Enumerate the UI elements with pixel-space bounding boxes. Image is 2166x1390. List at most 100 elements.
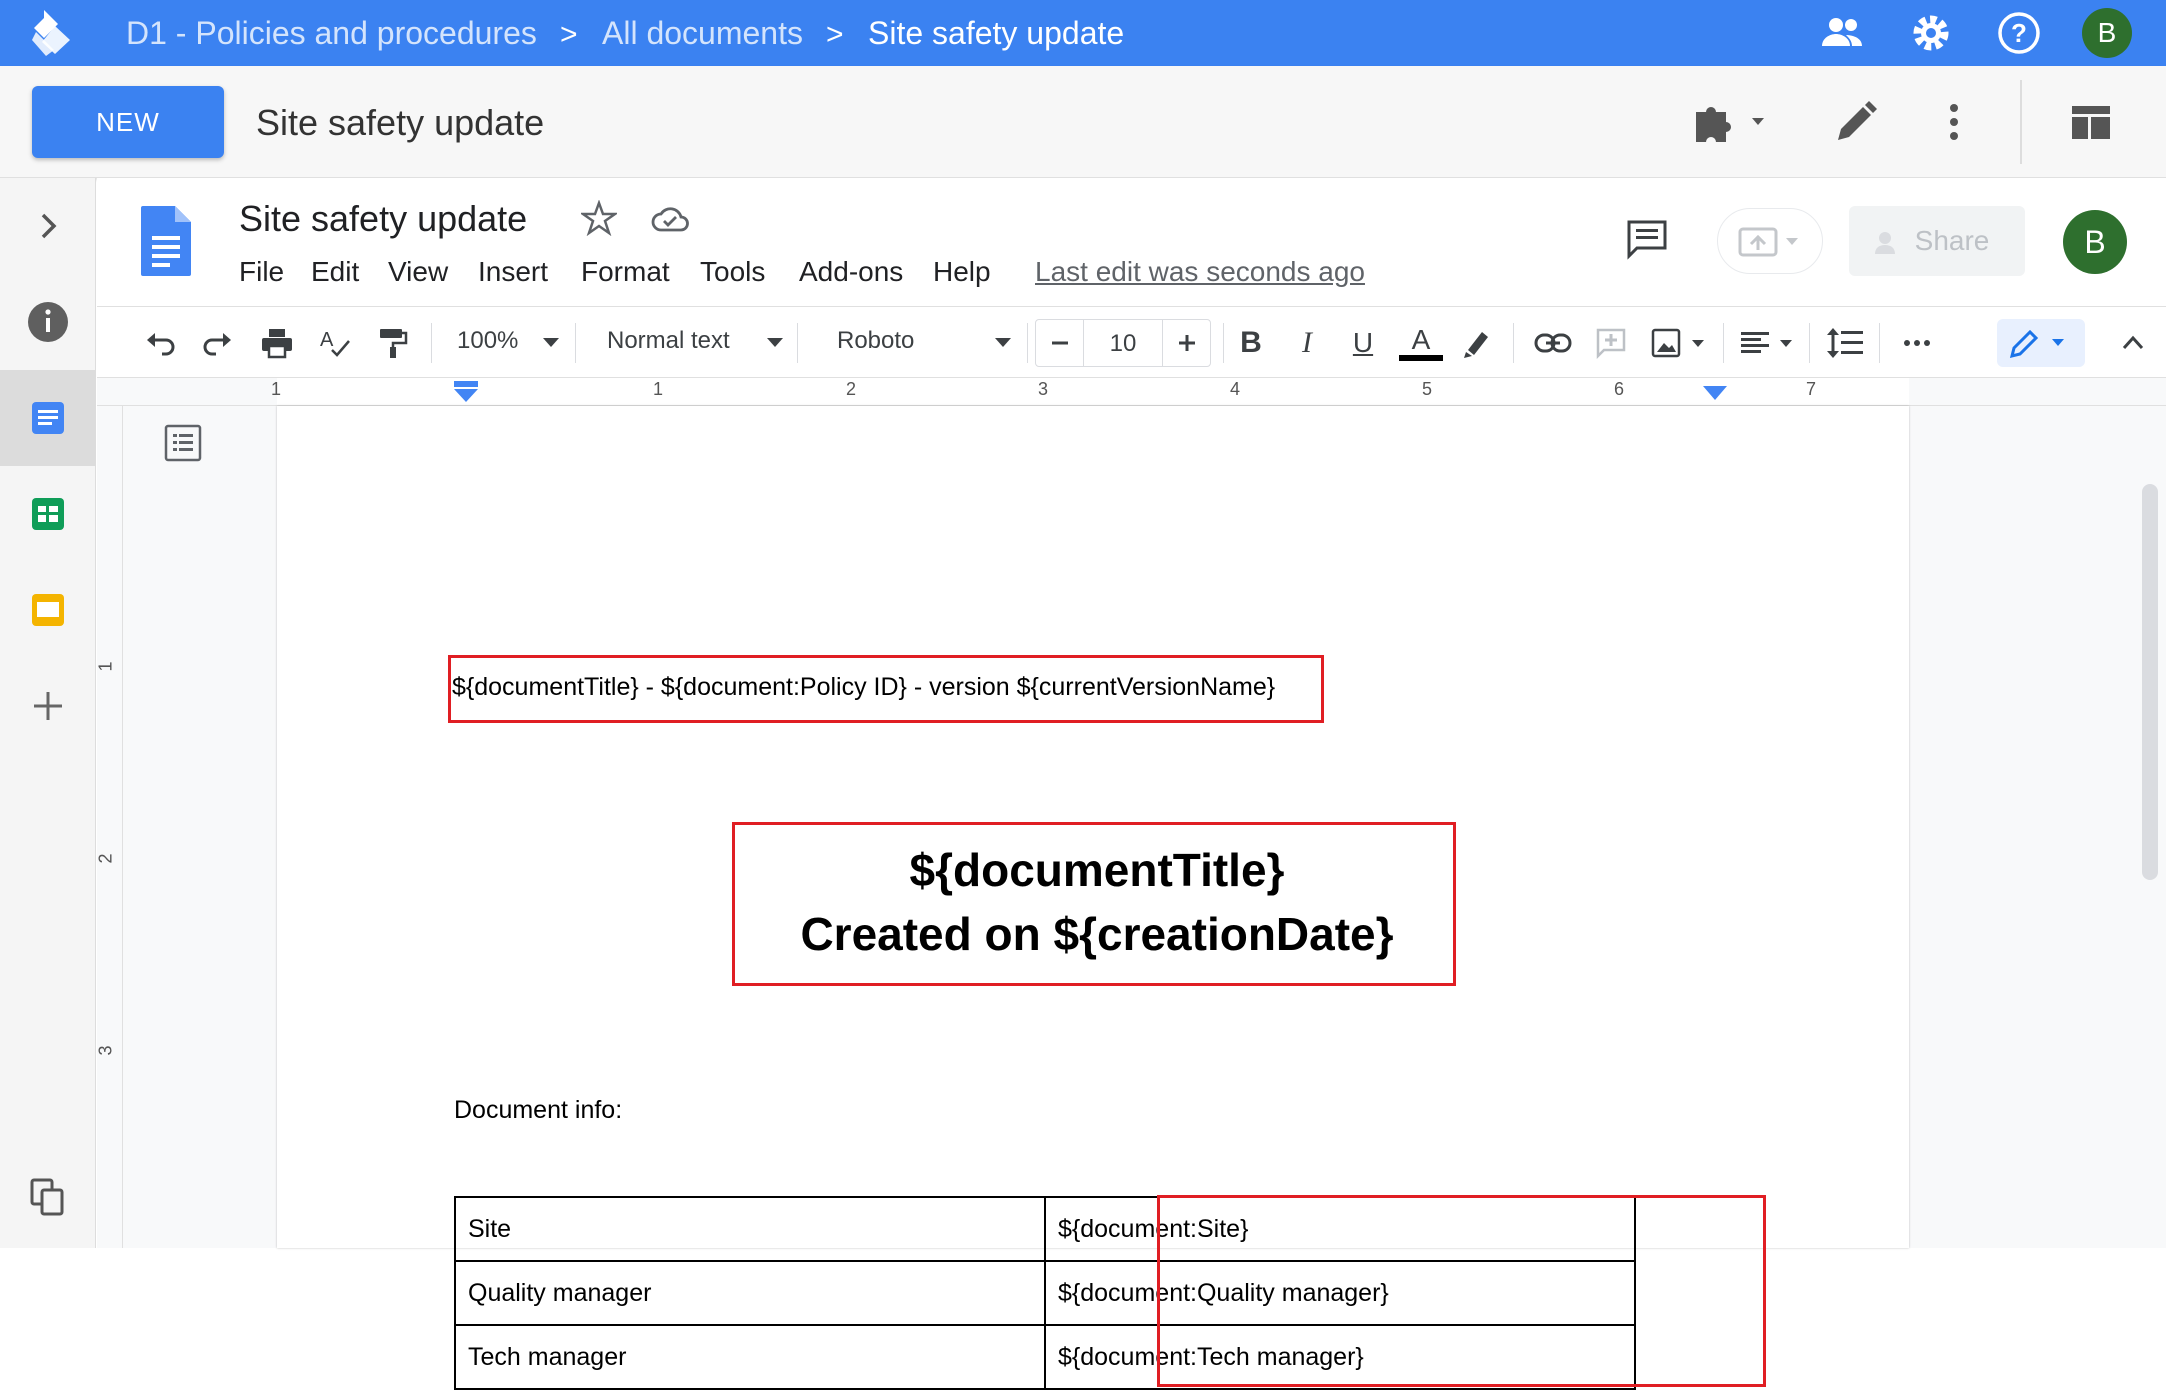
ruler-number: 2: [846, 379, 857, 399]
underline-icon[interactable]: U: [1343, 319, 1383, 367]
expand-chevron-icon[interactable]: [0, 178, 96, 274]
cloud-saved-icon[interactable]: [651, 202, 689, 241]
slides-app-icon[interactable]: [0, 562, 96, 658]
font-dropdown-icon[interactable]: [991, 319, 1015, 367]
more-vert-icon[interactable]: [1928, 96, 1980, 148]
top-bar: D1 - Policies and procedures > All docum…: [0, 0, 2166, 66]
font-select[interactable]: Roboto: [837, 327, 914, 355]
table-values-highlight-box: [1157, 1195, 1766, 1387]
paint-format-icon[interactable]: [373, 319, 413, 367]
extensions-puzzle-icon[interactable]: [1690, 96, 1764, 148]
toolbar-divider: [1809, 323, 1810, 363]
font-size-stepper: 10: [1035, 319, 1211, 367]
menu-tools[interactable]: Tools: [700, 256, 765, 288]
redo-icon[interactable]: [197, 319, 237, 367]
people-icon[interactable]: [1820, 10, 1866, 56]
menu-edit[interactable]: Edit: [311, 256, 359, 288]
ruler-page-area: [277, 378, 1909, 405]
add-comment-icon[interactable]: [1591, 319, 1631, 367]
menu-file[interactable]: File: [239, 256, 284, 288]
style-dropdown-icon[interactable]: [763, 319, 787, 367]
highlight-color-icon[interactable]: [1457, 319, 1497, 367]
document-header-line[interactable]: ${documentTitle} - ${document:Policy ID}…: [452, 673, 1275, 702]
more-horiz-icon[interactable]: [1895, 319, 1939, 367]
svg-text:?: ?: [2011, 18, 2027, 48]
editing-mode-button[interactable]: [1997, 319, 2085, 367]
table-cell-label[interactable]: Tech manager: [454, 1324, 1046, 1390]
collapse-toolbar-icon[interactable]: [2113, 319, 2153, 367]
decrease-font-size-icon[interactable]: [1036, 320, 1084, 366]
google-docs-logo-icon[interactable]: [139, 204, 193, 278]
ruler-number: 5: [1422, 379, 1433, 399]
new-button[interactable]: NEW: [32, 86, 224, 158]
docs-app-icon[interactable]: [0, 370, 96, 466]
panel-layout-icon[interactable]: [2066, 96, 2118, 148]
document-title-line[interactable]: ${documentTitle}: [737, 838, 1457, 902]
info-icon[interactable]: [0, 274, 96, 370]
user-avatar[interactable]: B: [2082, 8, 2132, 58]
bold-icon[interactable]: B: [1231, 319, 1271, 367]
toolbar-divider: [431, 323, 432, 363]
toolbar-divider: [1879, 323, 1880, 363]
paragraph-style-select[interactable]: Normal text: [607, 327, 730, 355]
document-page[interactable]: ${documentTitle} - ${document:Policy ID}…: [277, 406, 1909, 1390]
breadcrumb-separator: >: [560, 18, 578, 51]
vertical-scrollbar[interactable]: [2142, 484, 2158, 880]
right-indent-marker[interactable]: [1703, 386, 1727, 407]
document-header: NEW Site safety update: [0, 66, 2166, 178]
toolbar-divider: [797, 323, 798, 363]
left-indent-marker[interactable]: [453, 380, 479, 409]
toolbar-divider: [1513, 323, 1514, 363]
zoom-select[interactable]: 100%: [457, 327, 518, 355]
present-button[interactable]: [1717, 208, 1823, 274]
ruler-number: 6: [1614, 379, 1625, 399]
docs-editor: Site safety update File Edit View Insert…: [96, 178, 2166, 1390]
edit-pencil-icon[interactable]: [1830, 96, 1882, 148]
docs-title[interactable]: Site safety update: [239, 198, 527, 240]
text-color-icon[interactable]: A: [1397, 319, 1445, 367]
toolbar-divider: [1027, 323, 1028, 363]
document-info-label[interactable]: Document info:: [454, 1096, 622, 1125]
print-icon[interactable]: [257, 319, 297, 367]
italic-icon[interactable]: I: [1287, 319, 1327, 367]
font-size-input[interactable]: 10: [1084, 330, 1162, 358]
menu-add-ons[interactable]: Add-ons: [799, 256, 903, 288]
header-divider: [2020, 80, 2022, 164]
document-title: Site safety update: [256, 102, 545, 143]
breadcrumb-separator: >: [826, 18, 844, 51]
sheets-app-icon[interactable]: [0, 466, 96, 562]
copy-icon[interactable]: [0, 1148, 96, 1244]
menu-format[interactable]: Format: [581, 256, 670, 288]
zoom-dropdown-icon[interactable]: [539, 319, 563, 367]
menu-insert[interactable]: Insert: [478, 256, 548, 288]
table-cell-label[interactable]: Site: [454, 1196, 1046, 1262]
menu-help[interactable]: Help: [933, 256, 991, 288]
ruler-number: 4: [1230, 379, 1241, 399]
settings-gear-icon[interactable]: [1908, 10, 1954, 56]
share-button[interactable]: Share: [1849, 206, 2025, 276]
help-icon[interactable]: ?: [1996, 10, 2042, 56]
document-outline-icon[interactable]: [163, 423, 203, 468]
insert-link-icon[interactable]: [1533, 319, 1573, 367]
align-left-icon[interactable]: [1737, 319, 1799, 367]
share-label: Share: [1914, 225, 1990, 256]
docs-user-avatar[interactable]: B: [2063, 210, 2127, 274]
spellcheck-icon[interactable]: A: [315, 319, 355, 367]
undo-icon[interactable]: [141, 319, 181, 367]
increase-font-size-icon[interactable]: [1162, 320, 1210, 366]
star-icon[interactable]: [579, 199, 619, 241]
breadcrumb-all-documents[interactable]: All documents: [602, 14, 803, 52]
vertical-ruler: 1 2 3: [96, 406, 123, 1248]
menu-view[interactable]: View: [388, 256, 448, 288]
line-spacing-icon[interactable]: [1823, 319, 1867, 367]
app-logo-icon[interactable]: [30, 8, 80, 58]
document-created-line[interactable]: Created on ${creationDate}: [737, 902, 1457, 966]
last-edit-link[interactable]: Last edit was seconds ago: [1035, 256, 1365, 288]
insert-image-icon[interactable]: [1649, 319, 1711, 367]
table-cell-label[interactable]: Quality manager: [454, 1260, 1046, 1326]
comments-icon[interactable]: [1625, 218, 1669, 267]
horizontal-ruler: 1 1 2 3 4 5 6 7: [97, 378, 2166, 406]
breadcrumb-library[interactable]: D1 - Policies and procedures: [126, 14, 537, 52]
formatting-toolbar: A 100% Normal text Roboto 10 B I U A: [97, 306, 2166, 378]
add-icon[interactable]: [0, 658, 96, 754]
